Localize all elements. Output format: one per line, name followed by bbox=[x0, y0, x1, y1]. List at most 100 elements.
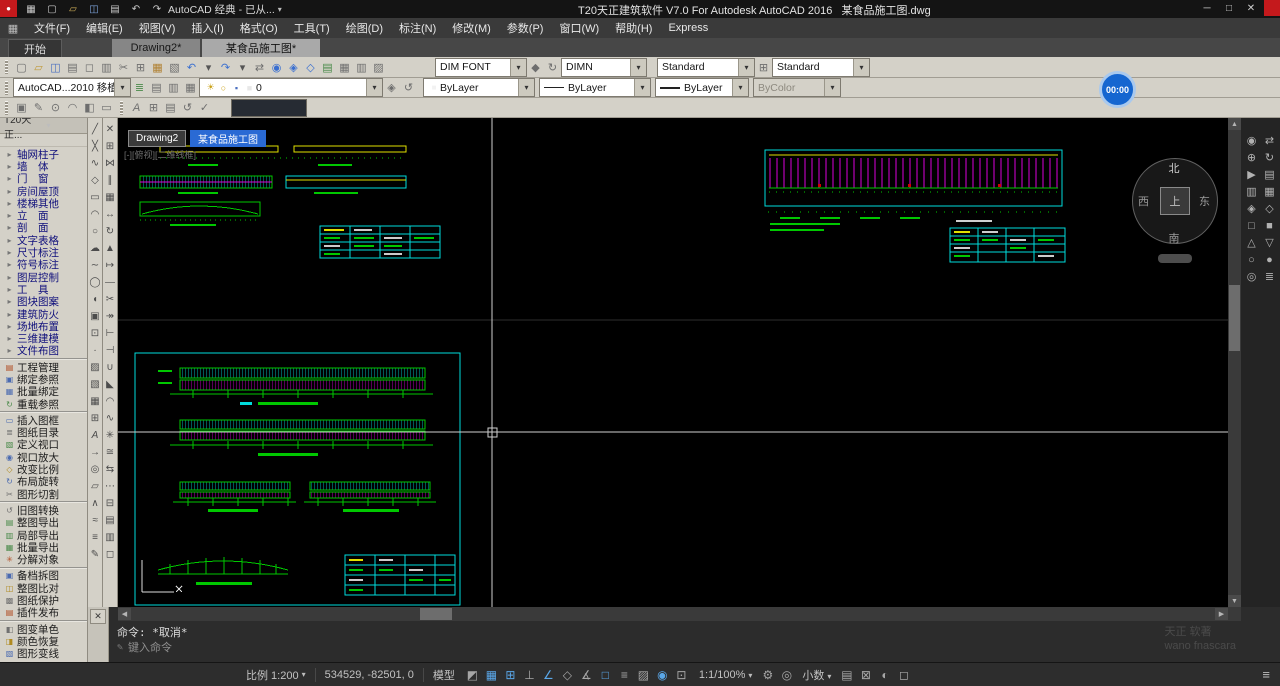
transparency-icon[interactable]: ▨ bbox=[634, 668, 653, 682]
revision-cloud-icon[interactable]: ☁ bbox=[89, 240, 102, 257]
list-icon[interactable]: ≣ bbox=[1261, 268, 1279, 285]
view-top-icon[interactable]: ▤ bbox=[1261, 166, 1279, 183]
designcenter-icon[interactable]: ▦ bbox=[336, 59, 353, 75]
region-icon[interactable]: ▦ bbox=[89, 393, 102, 410]
scroll-up-arrow[interactable]: ▲ bbox=[1228, 118, 1241, 130]
make-block-icon[interactable]: ⊡ bbox=[89, 325, 102, 342]
frame-icon[interactable]: ▭ bbox=[98, 100, 115, 116]
table-icon[interactable]: ⊞ bbox=[145, 100, 162, 116]
app-menu-icon[interactable]: ▦ bbox=[24, 2, 38, 16]
ellipse-icon[interactable]: ◯ bbox=[89, 274, 102, 291]
point-icon[interactable]: · bbox=[89, 342, 102, 359]
save-icon[interactable]: ◫ bbox=[87, 2, 101, 16]
selection-cycling-icon[interactable]: ◉ bbox=[653, 668, 672, 682]
layer-isolate-icon[interactable]: ▥ bbox=[165, 80, 182, 96]
pan-icon[interactable]: ⇄ bbox=[1261, 132, 1279, 149]
match-properties-icon[interactable]: ▧ bbox=[166, 59, 183, 75]
ortho-icon[interactable]: ⊥ bbox=[520, 668, 539, 682]
toolbar-grip[interactable] bbox=[5, 80, 8, 95]
field-icon[interactable]: ▤ bbox=[162, 100, 179, 116]
menu-item[interactable]: 格式(O) bbox=[232, 18, 286, 38]
quick-properties-icon[interactable]: ▤ bbox=[837, 668, 856, 682]
table-icon[interactable]: ⊞ bbox=[89, 410, 102, 427]
spline-icon[interactable]: ∼ bbox=[89, 257, 102, 274]
isolate-objects-icon[interactable]: ◐ bbox=[875, 668, 894, 682]
compass-up-face[interactable]: 上 bbox=[1160, 187, 1190, 215]
color-combo[interactable]: ■ ByLayer ▾ bbox=[423, 78, 535, 97]
menu-item[interactable]: 插入(I) bbox=[183, 18, 231, 38]
paste-icon[interactable]: ▦ bbox=[149, 59, 166, 75]
clean-screen-icon[interactable]: ◻ bbox=[894, 668, 913, 682]
move-icon[interactable]: ↔ bbox=[104, 206, 117, 223]
menu-item[interactable]: 帮助(H) bbox=[607, 18, 660, 38]
snap-icon[interactable]: ▦ bbox=[482, 668, 501, 682]
recording-stop-indicator[interactable] bbox=[1264, 0, 1280, 16]
model-space-button[interactable]: 模型 bbox=[433, 667, 455, 683]
layer-states-icon[interactable]: ▤ bbox=[148, 80, 165, 96]
zoom-icon[interactable]: ⊕ bbox=[1243, 149, 1261, 166]
spell-check-icon[interactable]: ✓ bbox=[196, 100, 213, 116]
qnew-icon[interactable]: ▢ bbox=[13, 59, 30, 75]
view-side-icon[interactable]: ▦ bbox=[1261, 183, 1279, 200]
horizontal-scrollbar[interactable]: ◀ ▶ bbox=[118, 607, 1228, 621]
file-tab-drawing2[interactable]: Drawing2 bbox=[128, 130, 187, 147]
qnew-icon[interactable]: ▢ bbox=[45, 2, 59, 16]
clip-icon[interactable]: ◠ bbox=[64, 100, 81, 116]
grid-display-icon[interactable]: ■ bbox=[1261, 217, 1279, 234]
nav-up-icon[interactable]: △ bbox=[1243, 234, 1261, 251]
open-icon[interactable]: ▱ bbox=[66, 2, 80, 16]
minimize-button[interactable]: ─ bbox=[1196, 0, 1218, 17]
stretch-icon[interactable]: ↦ bbox=[104, 257, 117, 274]
break-at-point-icon[interactable]: ⊢ bbox=[104, 325, 117, 342]
layer-color-swatch[interactable]: ■ bbox=[243, 80, 256, 96]
reverse-icon[interactable]: ⇆ bbox=[104, 461, 117, 478]
circle-tool-icon[interactable]: ○ bbox=[1243, 251, 1261, 268]
point-tool-icon[interactable]: ● bbox=[1261, 251, 1279, 268]
dim-font-combo[interactable]: DIM FONT ▾ bbox=[435, 57, 527, 77]
layer-previous-icon[interactable]: ↺ bbox=[400, 80, 417, 96]
toolbar-search-field[interactable] bbox=[231, 98, 307, 117]
match-layer-icon[interactable]: ▥ bbox=[104, 529, 117, 546]
tab-active-document[interactable]: 某食品施工图* bbox=[202, 39, 320, 57]
construction-line-icon[interactable]: ╳ bbox=[89, 138, 102, 155]
blend-icon[interactable]: ∿ bbox=[104, 410, 117, 427]
palette-item[interactable]: ✂ 图形切割 bbox=[0, 488, 87, 501]
block-editor-icon[interactable]: ✎ bbox=[30, 100, 47, 116]
osnap-icon[interactable]: □ bbox=[596, 668, 615, 682]
showmotion-icon[interactable]: ▶ bbox=[1243, 166, 1261, 183]
table-style-combo[interactable]: Standard ▾ bbox=[772, 57, 870, 77]
customize-menu-icon[interactable]: ≡ bbox=[1262, 667, 1270, 682]
palette-item[interactable]: ↻ 重载参照 bbox=[0, 398, 87, 411]
save-icon[interactable]: ◫ bbox=[47, 59, 64, 75]
orbit-icon[interactable]: ↻ bbox=[1261, 149, 1279, 166]
infer-constraints-icon[interactable]: ◩ bbox=[463, 668, 482, 682]
toolbar-grip[interactable] bbox=[5, 100, 8, 115]
full-navigation-wheel-icon[interactable]: ◉ bbox=[1243, 132, 1261, 149]
grid-icon[interactable]: ⊞ bbox=[501, 668, 520, 682]
scroll-down-arrow[interactable]: ▼ bbox=[1228, 595, 1241, 607]
update-icon[interactable]: ↺ bbox=[179, 100, 196, 116]
insert-block-icon[interactable]: ▣ bbox=[13, 100, 30, 116]
menu-item[interactable]: 修改(M) bbox=[444, 18, 499, 38]
lineweight-combo[interactable]: ByLayer ▾ bbox=[655, 78, 749, 97]
workspace-switcher[interactable]: AutoCAD 经典 - 已从... bbox=[168, 1, 282, 17]
break-icon[interactable]: ⊣ bbox=[104, 342, 117, 359]
menu-item[interactable]: 工具(T) bbox=[286, 18, 338, 38]
erase-icon[interactable]: ✕ bbox=[104, 121, 117, 138]
redo-icon[interactable]: ↷ bbox=[150, 2, 164, 16]
attach-reference-icon[interactable]: ⊙ bbox=[47, 100, 64, 116]
linetype-combo[interactable]: ByLayer ▾ bbox=[539, 78, 651, 97]
arc-icon[interactable]: ◠ bbox=[89, 206, 102, 223]
properties-icon[interactable]: ▤ bbox=[319, 59, 336, 75]
navigation-compass[interactable]: 北 南 西 东 上 bbox=[1128, 154, 1220, 250]
dynamic-ucs-icon[interactable]: ⊡ bbox=[672, 668, 691, 682]
pan-icon[interactable]: ⇄ bbox=[251, 59, 268, 75]
mtext-icon[interactable]: A bbox=[89, 427, 102, 444]
record-indicator[interactable]: ● bbox=[0, 0, 17, 17]
make-object-layer-current-icon[interactable]: ◈ bbox=[383, 80, 400, 96]
plot-icon[interactable]: ▤ bbox=[64, 59, 81, 75]
insert-block-icon[interactable]: ▣ bbox=[89, 308, 102, 325]
offset-icon[interactable]: ∥ bbox=[104, 172, 117, 189]
copy-icon[interactable]: ⊞ bbox=[104, 138, 117, 155]
vertical-scroll-thumb[interactable] bbox=[1229, 285, 1240, 351]
